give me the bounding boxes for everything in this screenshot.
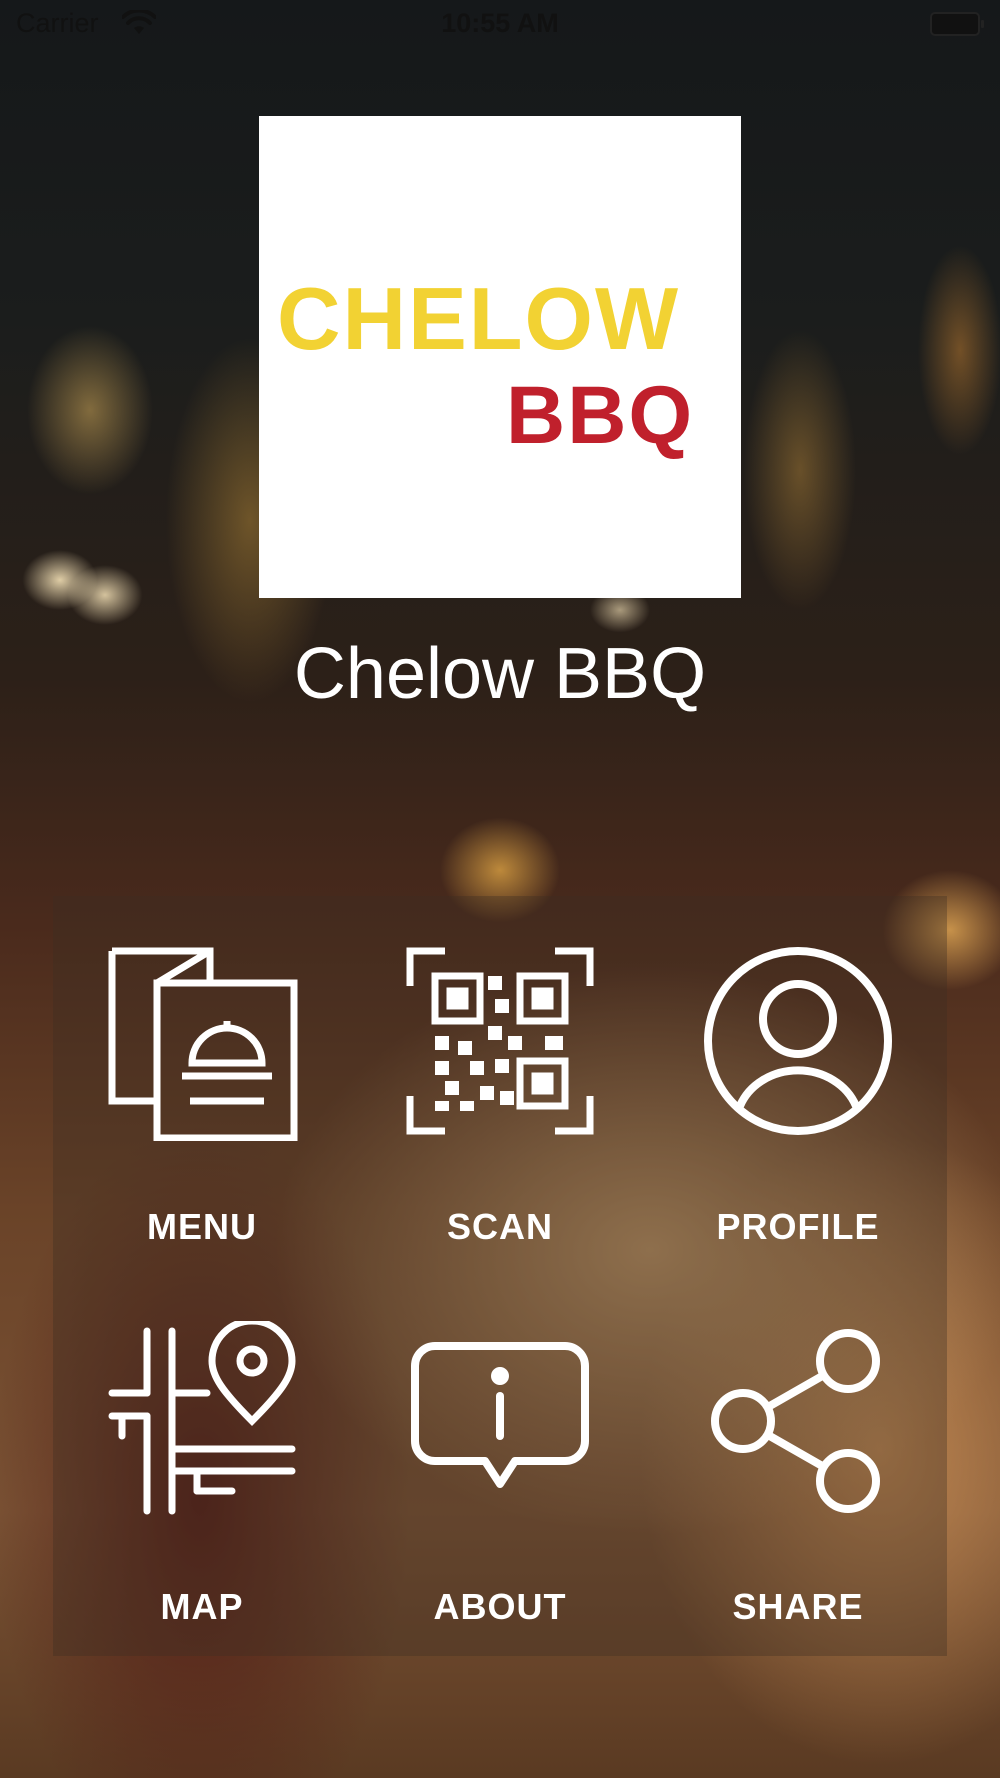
map-button[interactable]: MAP bbox=[53, 1276, 351, 1656]
map-pin-icon bbox=[108, 1321, 296, 1515]
brand-logo: CHELOW BBQ bbox=[259, 116, 741, 598]
menu-icon bbox=[108, 947, 298, 1141]
menu-label: MENU bbox=[147, 1206, 257, 1247]
share-button[interactable]: SHARE bbox=[649, 1276, 947, 1656]
qr-code-icon bbox=[406, 947, 594, 1135]
profile-label: PROFILE bbox=[716, 1206, 880, 1247]
battery-icon bbox=[930, 12, 984, 36]
logo-text-line2: BBQ bbox=[506, 370, 695, 461]
logo-text-line1: CHELOW bbox=[277, 269, 681, 368]
share-label: SHARE bbox=[732, 1586, 864, 1627]
about-button[interactable]: ABOUT bbox=[351, 1276, 649, 1656]
status-bar: Carrier 10:55 AM bbox=[0, 0, 1000, 50]
page-title: Chelow BBQ bbox=[293, 634, 707, 714]
info-icon bbox=[411, 1342, 589, 1488]
clock: 10:55 AM bbox=[441, 8, 559, 38]
scan-label: SCAN bbox=[446, 1206, 553, 1247]
menu-button[interactable]: MENU bbox=[53, 896, 351, 1276]
profile-button[interactable]: PROFILE bbox=[649, 896, 947, 1276]
menu-grid: MENU SCAN PROFILE MAP ABOUT SHARE bbox=[53, 896, 947, 1656]
scan-button[interactable]: SCAN bbox=[351, 896, 649, 1276]
about-label: ABOUT bbox=[433, 1586, 567, 1627]
profile-icon bbox=[704, 947, 892, 1135]
share-icon bbox=[711, 1329, 880, 1513]
map-label: MAP bbox=[160, 1586, 244, 1627]
